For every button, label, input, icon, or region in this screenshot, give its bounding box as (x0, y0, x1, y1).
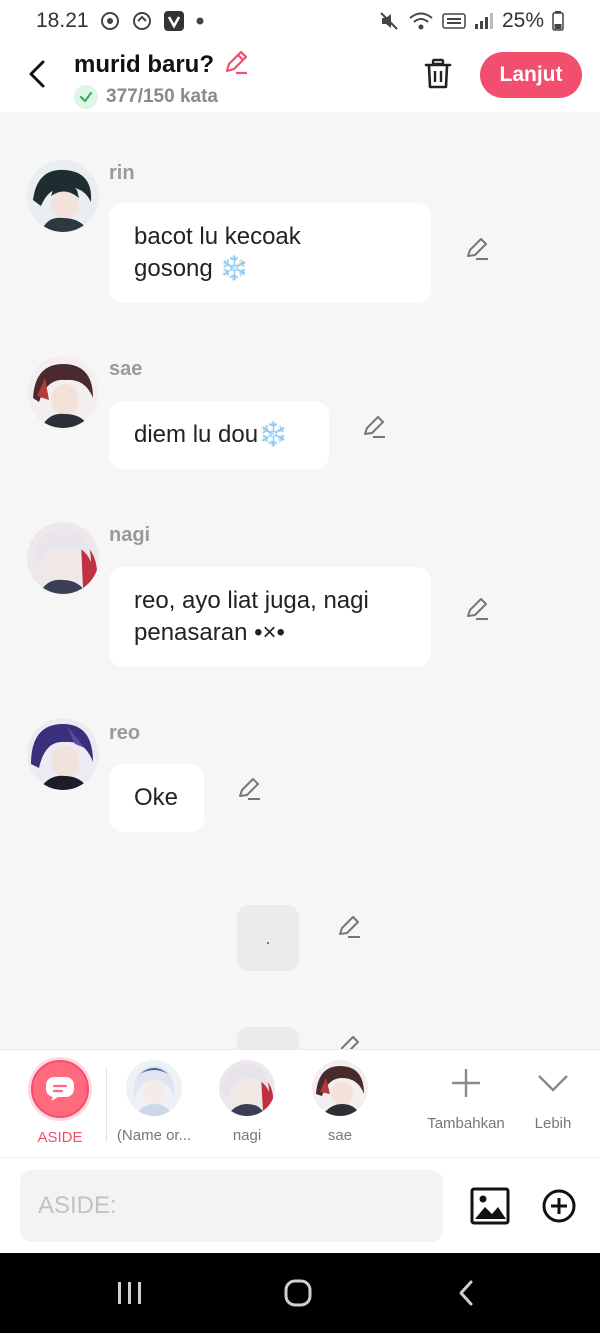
mute-icon (378, 10, 400, 32)
message-input[interactable] (20, 1170, 443, 1242)
divider (106, 1068, 107, 1142)
home-icon (284, 1279, 312, 1307)
message-bubble[interactable]: Oke (109, 764, 204, 832)
character-selector: ASIDE (Name or... nagi sae Tambahkan Leb… (0, 1049, 600, 1157)
add-label: Tambahkan (427, 1115, 505, 1132)
edit-message-button[interactable] (462, 234, 492, 264)
message-text: reo, ayo liat juga, nagi (134, 587, 369, 614)
status-time: 18.21 (36, 9, 89, 32)
more-button[interactable]: Lebih (528, 1066, 578, 1132)
character-unnamed[interactable]: (Name or... (114, 1060, 194, 1144)
system-nav-bar (0, 1253, 600, 1333)
snowflake-emoji: ❄️ (258, 421, 288, 448)
aside-message-bubble[interactable]: . (237, 905, 299, 971)
home-button[interactable] (278, 1273, 318, 1313)
sync-icon (99, 10, 121, 32)
message-bubble[interactable]: bacot lu kecoak gosong ❄️ (109, 203, 431, 303)
recent-apps-button[interactable] (110, 1273, 150, 1313)
message-text: gosong (134, 255, 213, 282)
chevron-left-icon (29, 60, 45, 88)
battery-icon (552, 11, 564, 31)
edit-message-button[interactable] (234, 774, 264, 804)
story-title[interactable]: murid baru? (74, 51, 214, 79)
volte-icon (442, 11, 466, 31)
system-back-icon (459, 1280, 473, 1306)
data-saver-icon (131, 10, 153, 32)
word-count: 377/150 kata (106, 86, 218, 107)
avatar-nagi[interactable] (27, 522, 99, 594)
edit-title-icon[interactable] (222, 48, 250, 81)
edit-message-button[interactable] (359, 412, 389, 442)
aside-avatar (31, 1060, 89, 1118)
snowflake-emoji: ❄️ (219, 255, 250, 282)
aside-text: . (265, 927, 271, 948)
trash-icon (424, 58, 452, 89)
vivaldi-app-icon (163, 10, 185, 32)
system-back-button[interactable] (446, 1273, 486, 1313)
notification-dot-icon (195, 16, 205, 26)
chevron-down-icon (538, 1075, 568, 1092)
avatar-sae[interactable] (27, 356, 99, 428)
pencil-icon (239, 778, 260, 800)
avatar-nagi (219, 1060, 275, 1116)
avatar-sae (312, 1060, 368, 1116)
insert-image-button[interactable] (470, 1186, 510, 1226)
recent-apps-icon (118, 1282, 141, 1304)
character-aside[interactable]: ASIDE (20, 1060, 100, 1146)
pencil-icon (340, 1036, 359, 1049)
pencil-icon (339, 916, 360, 938)
plus-circle-icon (542, 1189, 576, 1223)
title-block: murid baru? 377/150 kata (74, 48, 250, 109)
story-header: murid baru? 377/150 kata Lanjut (0, 42, 600, 112)
sender-name: reo (109, 722, 141, 744)
plus-icon (452, 1069, 480, 1097)
more-label: Lebih (534, 1115, 572, 1132)
character-nagi[interactable]: nagi (207, 1060, 287, 1144)
edit-message-button[interactable] (334, 912, 364, 942)
message-bubble[interactable]: reo, ayo liat juga, nagi penasaran •×• (109, 567, 431, 667)
sender-name: rin (109, 162, 135, 184)
message-text: diem lu dou (134, 421, 259, 448)
avatar-unnamed (126, 1060, 182, 1116)
wifi-icon (408, 11, 434, 31)
character-sae[interactable]: sae (300, 1060, 380, 1144)
sender-name: nagi (109, 524, 151, 546)
status-bar: 18.21 25% (0, 0, 600, 42)
aside-message-bubble[interactable] (237, 1027, 299, 1049)
edit-message-button[interactable] (462, 594, 492, 624)
character-label: ASIDE (37, 1129, 83, 1146)
image-icon (470, 1187, 510, 1225)
pencil-icon (364, 416, 385, 438)
add-attachment-button[interactable] (541, 1188, 577, 1224)
sender-name: sae (109, 358, 143, 380)
pencil-icon (467, 238, 488, 260)
battery-percent: 25% (501, 9, 544, 32)
input-bar (0, 1157, 600, 1253)
next-button[interactable]: Lanjut (480, 52, 582, 98)
delete-button[interactable] (420, 56, 456, 92)
check-icon (74, 85, 98, 109)
character-label: nagi (232, 1127, 262, 1144)
add-character-button[interactable]: Tambahkan (422, 1066, 510, 1132)
message-bubble[interactable]: diem lu dou❄️ (109, 401, 329, 469)
chat-bubble-icon (46, 1077, 74, 1101)
app-root: 18.21 25% murid baru? 377/150 kata Lanju… (0, 0, 600, 1333)
avatar-rin[interactable] (27, 160, 99, 232)
message-text: penasaran •×• (134, 619, 285, 646)
chat-area[interactable]: rin bacot lu kecoak gosong ❄️ sae diem l… (0, 112, 600, 1049)
signal-icon (474, 12, 494, 30)
message-text: bacot lu kecoak (134, 223, 301, 250)
back-button[interactable] (22, 56, 52, 92)
character-label: (Name or... (116, 1127, 192, 1144)
character-label: sae (327, 1127, 353, 1144)
message-text: Oke (134, 784, 179, 811)
edit-message-button[interactable] (334, 1032, 364, 1049)
avatar-reo[interactable] (27, 718, 99, 790)
pencil-icon (467, 598, 488, 620)
